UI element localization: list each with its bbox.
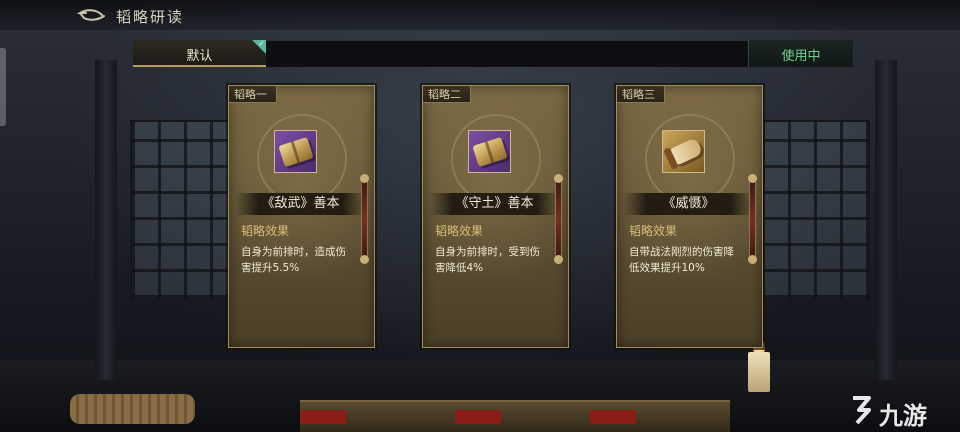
effect-title: 韬略效果: [629, 224, 678, 238]
window-lattice-right: [760, 120, 870, 300]
strategy-card-3[interactable]: 韬略三 《威慑》 韬略效果 自带战法刚烈的伤害降低效果提升10%: [616, 85, 763, 348]
effect-title: 韬略效果: [435, 224, 484, 238]
page-title: 韬略研读: [116, 8, 185, 26]
book-icon: [278, 136, 314, 168]
item-icon-frame[interactable]: [274, 130, 317, 173]
desk-red-tag: [590, 410, 636, 424]
window-lattice-left: [130, 120, 240, 300]
effect-title: 韬略效果: [241, 224, 290, 238]
back-arrow-icon: [76, 9, 105, 21]
card-tag: 韬略一: [229, 86, 277, 103]
card-tag: 韬略三: [617, 86, 665, 103]
effect-description: 自带战法刚烈的伤害降低效果提升10%: [629, 246, 734, 274]
scrollbar-knob-top: [748, 174, 757, 183]
side-drawer-handle[interactable]: [0, 48, 6, 126]
tab-default[interactable]: 默认 ✓: [133, 39, 266, 67]
card-scrollbar[interactable]: [360, 174, 369, 264]
nine-game-logo-icon: [853, 396, 871, 425]
checkmark-icon: ✓: [258, 39, 265, 48]
desk-red-tag: [300, 410, 346, 424]
effect-description: 自身为前排时，造成伤害提升5.5%: [241, 246, 346, 274]
in-use-label: 使用中: [781, 49, 821, 64]
item-icon-frame[interactable]: [468, 130, 511, 173]
tab-default-label: 默认: [186, 49, 213, 64]
watermark-text: 九游: [879, 402, 927, 430]
strategy-card-2[interactable]: 韬略二 《守土》善本 韬略效果 自身为前排时，受到伤害降低4%: [422, 85, 569, 348]
card-name: 《守土》善本: [429, 193, 560, 215]
book-icon: [472, 136, 508, 168]
back-button[interactable]: [76, 6, 106, 24]
candle: [748, 352, 770, 392]
item-icon-frame[interactable]: [662, 130, 705, 173]
desk: [300, 400, 730, 432]
card-name: 《威慑》: [623, 193, 754, 215]
scrollbar-knob-bottom: [360, 255, 369, 264]
card-scrollbar[interactable]: [748, 174, 757, 264]
desk-red-tag: [455, 410, 501, 424]
pillar-left: [95, 60, 117, 380]
in-use-button[interactable]: 使用中: [748, 40, 853, 67]
effect-description: 自身为前排时，受到伤害降低4%: [435, 246, 540, 274]
pillar-right: [875, 60, 897, 380]
scrollbar-knob-bottom: [748, 255, 757, 264]
scrollbar-knob-top: [360, 174, 369, 183]
card-tag: 韬略二: [423, 86, 471, 103]
watermark-logo: 九游: [845, 392, 955, 430]
scroll-icon: [666, 137, 704, 167]
scrollbar-knob-bottom: [554, 255, 563, 264]
card-scrollbar[interactable]: [554, 174, 563, 264]
strategy-card-1[interactable]: 韬略一 《敌武》善本 韬略效果 自身为前排时，造成伤害提升5.5%: [228, 85, 375, 348]
scrollbar-knob-top: [554, 174, 563, 183]
card-name: 《敌武》善本: [235, 193, 366, 215]
bamboo-scroll-decoration: [70, 394, 195, 424]
